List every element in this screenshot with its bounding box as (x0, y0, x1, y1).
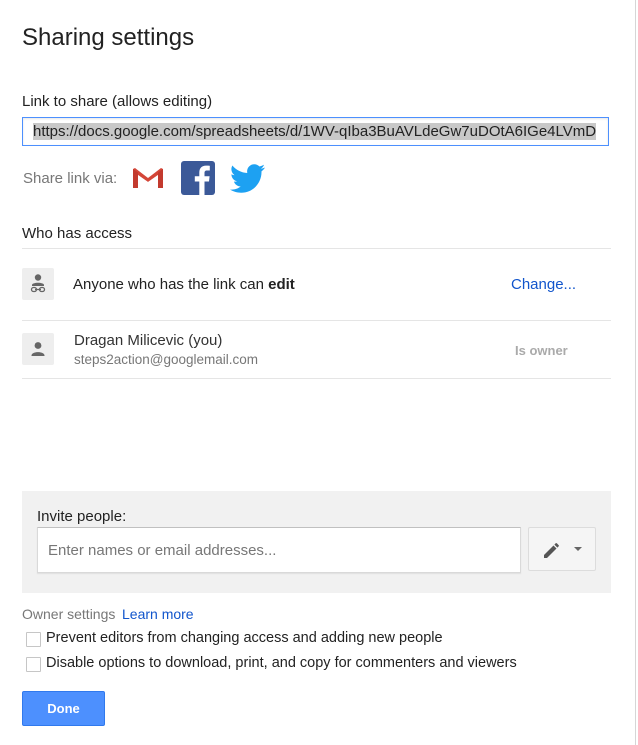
done-button[interactable]: Done (22, 691, 105, 726)
owner-settings-label: Owner settings (22, 606, 116, 622)
gmail-icon[interactable] (130, 160, 166, 196)
link-access-permission: edit (268, 276, 295, 293)
share-link-url[interactable]: https://docs.google.com/spreadsheets/d/1… (33, 123, 597, 140)
permission-dropdown-button[interactable] (528, 527, 596, 571)
pencil-icon (544, 543, 559, 558)
who-has-access-heading: Who has access (22, 225, 133, 242)
divider (22, 378, 611, 379)
disable-download-checkbox[interactable] (26, 657, 41, 672)
share-link-field[interactable]: https://docs.google.com/spreadsheets/d/1… (22, 117, 609, 146)
disable-download-label[interactable]: Disable options to download, print, and … (46, 655, 517, 671)
prevent-editors-checkbox[interactable] (26, 632, 41, 647)
sharing-settings-dialog: Sharing settings Link to share (allows e… (0, 0, 636, 745)
owner-row: Dragan Milicevic (you) steps2action@goog… (22, 332, 611, 368)
link-label: Link to share (allows editing) (22, 93, 213, 110)
chevron-down-icon (574, 547, 582, 551)
invite-label: Invite people: (37, 508, 127, 525)
invite-people-input[interactable] (37, 527, 521, 573)
facebook-icon[interactable] (180, 160, 216, 196)
owner-email: steps2action@googlemail.com (74, 352, 259, 367)
link-access-row: Anyone who has the link can edit Change.… (22, 268, 611, 302)
owner-name: Dragan Milicevic (you) (74, 332, 223, 349)
invite-panel: Invite people: (22, 491, 611, 593)
link-access-prefix: Anyone who has the link can (73, 276, 269, 293)
twitter-icon[interactable] (229, 160, 265, 196)
divider (22, 248, 611, 249)
learn-more-link[interactable]: Learn more (122, 606, 194, 622)
change-access-link[interactable]: Change... (511, 276, 576, 293)
prevent-editors-label[interactable]: Prevent editors from changing access and… (46, 630, 443, 646)
link-access-icon (22, 268, 54, 300)
link-access-text: Anyone who has the link can edit (73, 276, 295, 293)
owner-role: Is owner (515, 343, 568, 358)
dialog-title: Sharing settings (22, 24, 195, 51)
person-icon (22, 333, 54, 365)
share-via-label: Share link via: (23, 170, 118, 187)
divider (22, 320, 611, 321)
